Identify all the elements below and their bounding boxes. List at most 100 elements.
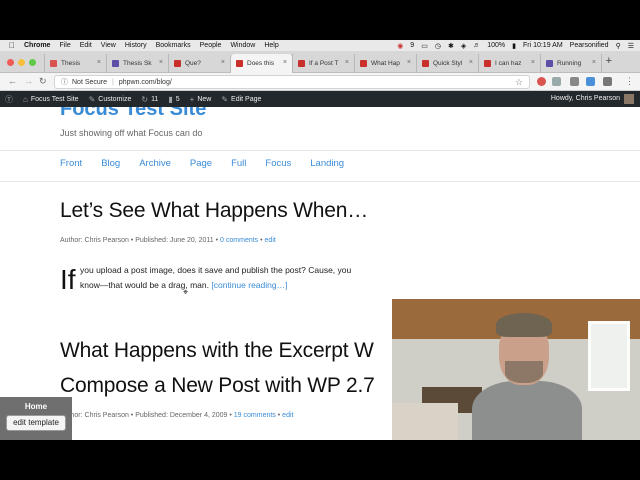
updates-link[interactable]: ↻ 11 — [141, 95, 158, 104]
tab-favicon-icon — [50, 60, 57, 67]
new-tab-icon[interactable]: + — [606, 55, 612, 67]
new-content-link[interactable]: + New — [190, 95, 212, 104]
webcam-chair — [392, 403, 458, 440]
tab-title: Running — [557, 60, 582, 67]
tab-close-icon[interactable]: × — [469, 59, 473, 66]
minimize-window-button[interactable] — [18, 59, 25, 66]
volume-icon[interactable]: ♬ — [473, 42, 480, 49]
tab-close-icon[interactable]: × — [159, 59, 163, 66]
menu-help[interactable]: Help — [264, 42, 278, 49]
tab-close-icon[interactable]: × — [283, 59, 287, 66]
close-window-button[interactable] — [7, 59, 14, 66]
nav-front[interactable]: Front — [60, 158, 82, 169]
fullscreen-window-button[interactable] — [29, 59, 36, 66]
browser-tab-strip: Thesis × Thesis Sk × Que? × Does this × … — [0, 51, 640, 73]
menu-history[interactable]: History — [125, 42, 147, 49]
bluetooth-icon[interactable]: ✱ — [448, 42, 454, 50]
menu-edit[interactable]: Edit — [80, 42, 92, 49]
info-icon[interactable]: ⓘ — [61, 77, 68, 87]
avatar[interactable] — [624, 94, 634, 104]
browser-tab[interactable]: If a Post T × — [292, 54, 354, 73]
forward-arrow-icon[interactable]: → — [24, 76, 33, 86]
extension-icon[interactable] — [570, 77, 579, 86]
updates-count: 11 — [151, 95, 159, 103]
nav-blog[interactable]: Blog — [101, 158, 120, 169]
menu-file[interactable]: File — [59, 42, 70, 49]
browser-tab-active[interactable]: Does this × — [230, 54, 292, 73]
admin-site-link[interactable]: ⌂ Focus Test Site — [23, 95, 79, 104]
address-bar[interactable]: ⓘ Not Secure | phpwn.com/blog/ ☆ — [54, 75, 530, 89]
extension-icon[interactable] — [552, 77, 561, 86]
edit-template-button[interactable]: edit template — [6, 415, 66, 431]
post-edit-link[interactable]: edit — [265, 237, 276, 244]
comments-link[interactable]: ▮ 5 — [168, 95, 179, 104]
tab-close-icon[interactable]: × — [531, 59, 535, 66]
post-title-continued[interactable]: Compose a New Post with WP 2.7 — [60, 374, 375, 398]
tab-close-icon[interactable]: × — [345, 59, 349, 66]
menu-app-chrome[interactable]: Chrome — [24, 42, 50, 49]
extension-icon[interactable] — [586, 77, 595, 86]
browser-tab[interactable]: Thesis × — [44, 54, 106, 73]
howdy-user-link[interactable]: Howdy, Chris Pearson — [551, 95, 620, 102]
browser-tab[interactable]: I can haz × — [478, 54, 540, 73]
tab-close-icon[interactable]: × — [407, 59, 411, 66]
back-arrow-icon[interactable]: ← — [8, 76, 17, 86]
wp-admin-bar: Ⓣ ⌂ Focus Test Site ✎ Customize ↻ 11 ▮ 5 + Ne… — [0, 91, 640, 107]
menu-view[interactable]: View — [101, 42, 116, 49]
menu-window[interactable]: Window — [230, 42, 255, 49]
clock[interactable]: Fri 10:19 AM — [523, 42, 563, 49]
apple-icon[interactable]:  — [9, 41, 15, 50]
tab-close-icon[interactable]: × — [221, 59, 225, 66]
post-edit-link[interactable]: edit — [282, 412, 293, 419]
airplay-icon[interactable]: ▭ — [421, 42, 428, 50]
menubar-status-area: ◉ 9 ▭ ◷ ✱ ◈ ♬ 100% ▮ Fri 10:19 AM Pearso… — [397, 40, 634, 51]
post-meta-text: Author: Chris Pearson • Published: Decem… — [60, 412, 232, 419]
browser-tab[interactable]: Quick Styl × — [416, 54, 478, 73]
post-comments-link[interactable]: 19 comments — [234, 412, 276, 419]
battery-percent[interactable]: 100% — [487, 42, 505, 49]
menu-people[interactable]: People — [200, 42, 222, 49]
post-title[interactable]: Let’s See What Happens When… — [60, 199, 368, 223]
template-widget: Home edit template — [0, 397, 72, 440]
post-title[interactable]: What Happens with the Excerpt W — [60, 339, 374, 363]
browser-tab[interactable]: Thesis Sk × — [106, 54, 168, 73]
extension-icon[interactable] — [603, 77, 612, 86]
browser-tab[interactable]: What Hap × — [354, 54, 416, 73]
bookmark-star-icon[interactable]: ☆ — [515, 77, 523, 88]
continue-reading-link[interactable]: [continue reading…] — [211, 280, 287, 290]
menu-bookmarks[interactable]: Bookmarks — [156, 42, 191, 49]
time-machine-icon[interactable]: ◷ — [435, 42, 441, 50]
chrome-menu-icon[interactable]: ⋮ — [625, 76, 634, 87]
battery-icon[interactable]: ▮ — [512, 42, 516, 50]
post-comments-link[interactable]: 0 comments — [220, 237, 258, 244]
site-title[interactable]: Focus Test Site — [60, 107, 206, 121]
browser-tab[interactable]: Que? × — [168, 54, 230, 73]
nav-full[interactable]: Full — [231, 158, 246, 169]
new-label: New — [197, 95, 212, 103]
nav-landing[interactable]: Landing — [310, 158, 344, 169]
reload-icon[interactable]: ↻ — [39, 76, 47, 87]
tab-close-icon[interactable]: × — [97, 59, 101, 66]
record-icon[interactable]: ◉ — [397, 42, 403, 50]
wordpress-logo-icon[interactable]: Ⓣ — [5, 94, 13, 105]
menu-list-icon[interactable]: ☰ — [628, 42, 634, 50]
tab-title: Thesis — [61, 60, 81, 67]
screen:  Chrome File Edit View History Bookmark… — [0, 0, 640, 480]
adblock-extension-icon[interactable] — [537, 77, 546, 86]
nav-page[interactable]: Page — [190, 158, 212, 169]
nav-archive[interactable]: Archive — [139, 158, 171, 169]
tab-favicon-icon — [174, 60, 181, 67]
edit-page-link[interactable]: ✎ Edit Page — [221, 95, 261, 104]
tab-title: If a Post T — [309, 60, 339, 67]
browser-tab[interactable]: Running × — [540, 54, 602, 73]
brush-icon: ✎ — [88, 94, 96, 104]
notification-count[interactable]: 9 — [410, 42, 414, 49]
user-name[interactable]: Pearsonified — [570, 42, 609, 49]
nav-divider — [0, 150, 640, 151]
macos-menubar:  Chrome File Edit View History Bookmark… — [0, 40, 640, 51]
search-icon[interactable]: ⚲ — [616, 42, 621, 50]
tab-close-icon[interactable]: × — [592, 59, 596, 66]
wifi-icon[interactable]: ◈ — [461, 42, 466, 50]
nav-focus[interactable]: Focus — [265, 158, 291, 169]
customize-link[interactable]: ✎ Customize — [89, 95, 132, 104]
